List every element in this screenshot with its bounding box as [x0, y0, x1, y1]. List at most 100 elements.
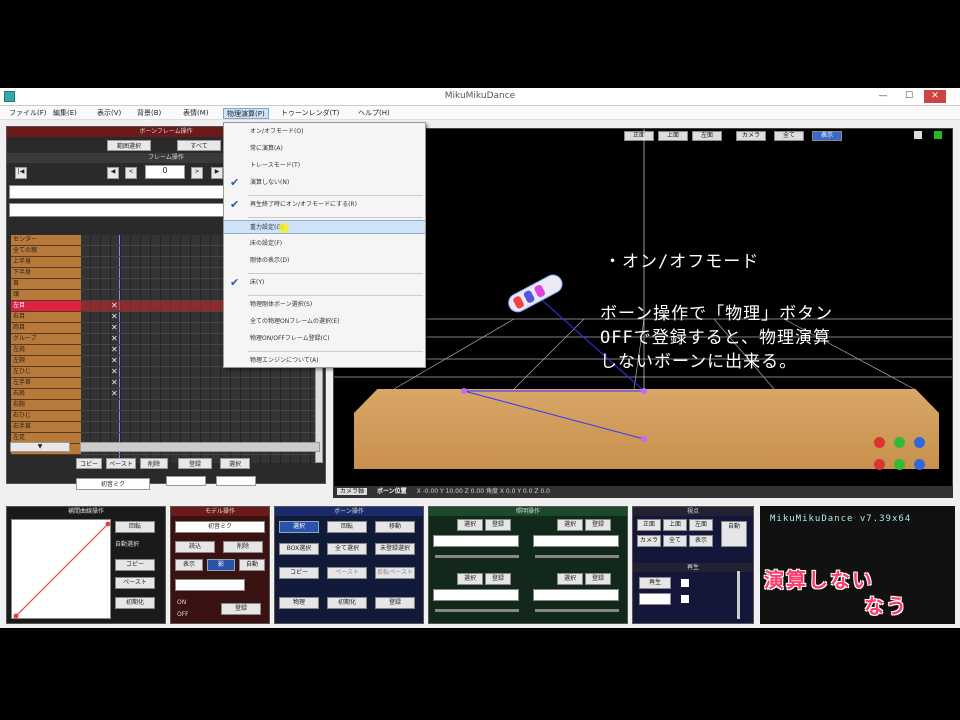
physics-toggle-button[interactable]: 物理 — [279, 597, 319, 609]
menu-toon[interactable]: トゥーンレンダ(T) — [278, 108, 342, 119]
keyframe-marker[interactable]: ✕ — [111, 356, 118, 366]
physics-menu-item[interactable]: 重力設定(G) — [224, 220, 425, 234]
physics-menu-item[interactable]: 全ての物理ONフレームの選択(E) — [224, 315, 425, 329]
view-btn-6[interactable]: 表示 — [689, 535, 713, 547]
keyframe-row[interactable] — [81, 400, 319, 411]
bone-row[interactable]: 両目 — [11, 323, 81, 334]
light-slider-1[interactable] — [435, 555, 519, 558]
loop-checkbox[interactable] — [681, 595, 689, 603]
physics-menu-item[interactable]: トレースモード(T) — [224, 159, 425, 173]
bone-row[interactable]: グルーブ — [11, 334, 81, 345]
keyframe-marker[interactable]: ✕ — [111, 334, 118, 344]
prev-key-button[interactable]: < — [125, 167, 137, 179]
all-select-button[interactable]: 全て選択 — [327, 543, 367, 555]
bone-row[interactable]: 全ての親 — [11, 246, 81, 257]
keyframe-marker[interactable]: ✕ — [111, 312, 118, 322]
bone-joint[interactable] — [641, 388, 647, 394]
keyframe-row[interactable]: ✕ — [81, 367, 319, 378]
menu-view[interactable]: 表示(V) — [94, 108, 124, 119]
bone-row[interactable]: センター — [11, 235, 81, 246]
interpolation-curve[interactable] — [11, 519, 111, 619]
menu-facial[interactable]: 表情(M) — [180, 108, 212, 119]
timeline-hscroll[interactable] — [80, 442, 320, 452]
menu-edit[interactable]: 編集(E) — [50, 108, 80, 119]
view-btn-1[interactable]: 正面 — [637, 519, 661, 531]
maximize-button[interactable]: ☐ — [898, 90, 920, 103]
light-slider-3[interactable] — [435, 609, 519, 612]
curve-paste-button[interactable]: ペースト — [115, 577, 155, 589]
axis-gizmo-z-icon[interactable] — [914, 437, 925, 448]
menu-file[interactable]: ファイル(F) — [6, 108, 50, 119]
bone-select-button[interactable]: 選択 — [279, 521, 319, 533]
bone-row[interactable]: 右手首 — [11, 422, 81, 433]
play-frame-input[interactable] — [639, 593, 671, 605]
physics-menu-item[interactable]: 物理エンジンについて(A) — [224, 354, 425, 368]
light3-select-button[interactable]: 選択 — [457, 573, 483, 585]
range-select-button[interactable]: 範囲選択 — [107, 140, 151, 151]
accessory-select[interactable] — [175, 579, 245, 591]
light-select-button[interactable]: 選択 — [457, 519, 483, 531]
keyframe-marker[interactable]: ✕ — [111, 301, 118, 311]
view-track-button[interactable]: 自動 — [721, 521, 747, 547]
light-value-1[interactable] — [433, 535, 519, 547]
bone-rotate-button[interactable]: 回転 — [327, 521, 367, 533]
bone-row[interactable]: 下半身 — [11, 268, 81, 279]
next-frame-button[interactable]: ▶ — [211, 167, 223, 179]
bone-row[interactable]: 首 — [11, 279, 81, 290]
light4-select-button[interactable]: 選択 — [557, 573, 583, 585]
keyframe-row[interactable] — [81, 411, 319, 422]
first-frame-button[interactable]: |◀ — [15, 167, 27, 179]
keyframe-row[interactable]: ✕ — [81, 389, 319, 400]
next-key-button[interactable]: > — [191, 167, 203, 179]
copy-button[interactable]: コピー — [76, 458, 102, 469]
bone-register-button[interactable]: 登録 — [375, 597, 415, 609]
bone-copy-button[interactable]: コピー — [279, 567, 319, 579]
keyframe-row[interactable]: ✕ — [81, 378, 319, 389]
light2-select-button[interactable]: 選択 — [557, 519, 583, 531]
frame-range-select[interactable]: 初音ミク — [76, 478, 150, 490]
view-btn-5[interactable]: 全て — [663, 535, 687, 547]
keyframe-marker[interactable]: ✕ — [111, 323, 118, 333]
bone-row[interactable]: 左目 — [11, 301, 81, 312]
bone-row[interactable]: 左腕 — [11, 356, 81, 367]
model-add-button[interactable]: 自動 — [239, 559, 265, 571]
light4-register-button[interactable]: 登録 — [585, 573, 611, 585]
model-register-button[interactable]: 登録 — [221, 603, 261, 615]
light2-register-button[interactable]: 登録 — [585, 519, 611, 531]
menu-help[interactable]: ヘルプ(H) — [355, 108, 393, 119]
view-btn-2[interactable]: 上面 — [663, 519, 687, 531]
keyframe-marker[interactable]: ✕ — [111, 367, 118, 377]
light-slider-2[interactable] — [535, 555, 619, 558]
light-value-4[interactable] — [533, 589, 619, 601]
light-value-2[interactable] — [533, 535, 619, 547]
physics-menu-item[interactable]: 剛体の表示(D) — [224, 254, 425, 268]
bone-paste-button[interactable]: ペースト — [327, 567, 367, 579]
3d-viewport[interactable]: 正面 上面 左面 カメラ 全て 表示 ・オン/オフモード ボーン操作で「物理」ボ… — [333, 128, 953, 488]
bone-row[interactable]: 右腕 — [11, 400, 81, 411]
curve-init-button[interactable]: 初期化 — [115, 597, 155, 609]
bone-row[interactable]: 右目 — [11, 312, 81, 323]
bone-joint[interactable] — [641, 436, 647, 442]
light3-register-button[interactable]: 登録 — [485, 573, 511, 585]
bone-move-button[interactable]: 移動 — [375, 521, 415, 533]
bone-joint[interactable] — [461, 388, 467, 394]
box-select-button[interactable]: BOX選択 — [279, 543, 319, 555]
bone-reverse-paste-button[interactable]: 反転ペースト — [375, 567, 415, 579]
physics-menu-item[interactable]: ✔ 演算しない(N) — [224, 176, 425, 190]
model-delete-button[interactable]: 削除 — [223, 541, 263, 553]
curve-type-select[interactable]: 回転 — [115, 521, 155, 533]
physics-menu-item[interactable]: ✔ 再生終了時にオン/オフモードにする(R) — [224, 198, 425, 212]
axis-gizmo-x-icon[interactable] — [874, 437, 885, 448]
light-slider-4[interactable] — [535, 609, 619, 612]
model-select[interactable]: 初音ミク — [175, 521, 265, 533]
bone-row[interactable]: 左手首 — [11, 378, 81, 389]
model-shadow-button[interactable]: 影 — [207, 559, 235, 571]
keyframe-marker[interactable]: ✕ — [111, 378, 118, 388]
bone-row[interactable]: 左肩 — [11, 345, 81, 356]
volume-slider[interactable] — [737, 571, 740, 619]
physics-menu-item[interactable]: ✔ 床(Y) — [224, 276, 425, 290]
play-button[interactable]: 再生 — [639, 577, 671, 589]
auto-rotate-check[interactable]: 自動選択 — [115, 539, 139, 548]
keyframe-row[interactable] — [81, 422, 319, 433]
close-button[interactable]: ✕ — [924, 90, 946, 103]
